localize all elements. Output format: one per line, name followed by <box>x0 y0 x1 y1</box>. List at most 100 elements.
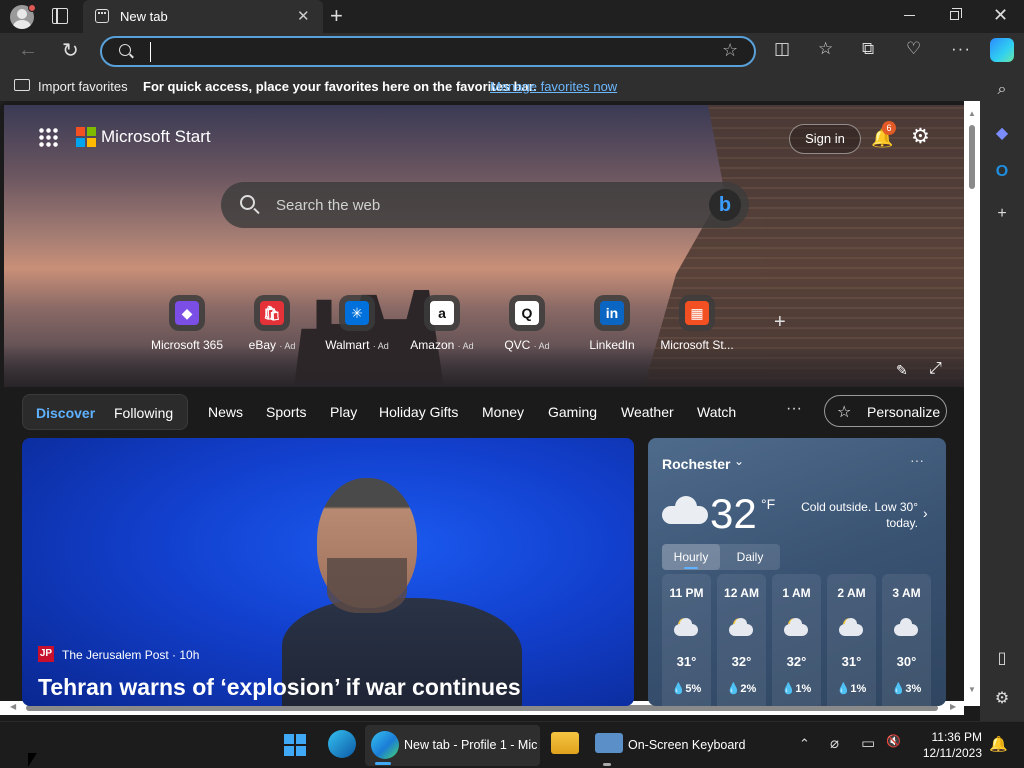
app-launcher-icon[interactable] <box>38 127 58 147</box>
tab-new-tab[interactable]: New tab ✕ <box>83 0 323 33</box>
vertical-scrollbar[interactable]: ▲ ▼ <box>964 101 980 706</box>
tab-watch[interactable]: Watch <box>697 404 736 420</box>
tab-actions-icon[interactable] <box>52 8 68 24</box>
close-window-icon[interactable]: ✕ <box>993 5 1008 26</box>
photo-beard <box>327 558 407 613</box>
address-bar[interactable]: ☆ <box>100 36 756 67</box>
scroll-left-icon[interactable]: ◀ <box>10 702 16 711</box>
bing-icon[interactable]: b <box>709 189 741 221</box>
quicklink-tile[interactable]: ◆ <box>169 295 205 331</box>
tab-gaming[interactable]: Gaming <box>548 404 597 420</box>
qvc-icon: Q <box>515 301 539 325</box>
more-icon[interactable]: ··· <box>951 39 971 59</box>
tab-money[interactable]: Money <box>482 404 524 420</box>
gear-icon[interactable]: ⚙ <box>911 124 930 149</box>
split-pane-icon[interactable]: ▯ <box>992 648 1012 668</box>
quicklink-tile[interactable]: in <box>594 295 630 331</box>
favorites-icon[interactable]: ☆ <box>818 39 833 59</box>
quicklink-microsoft-365[interactable]: ◆ Microsoft 365 <box>145 295 229 355</box>
settings-icon[interactable]: ⚙ <box>992 688 1012 708</box>
quicklink-amazon[interactable]: a Amazon · Ad <box>400 295 484 355</box>
import-icon[interactable] <box>14 79 30 91</box>
taskbar-keyboard-label[interactable]: On-Screen Keyboard <box>628 738 745 752</box>
hour-forecast[interactable]: 12 AM 32° 💧2% <box>717 574 766 706</box>
quicklink-tile[interactable]: ✳ <box>339 295 375 331</box>
network-icon[interactable]: ⌀ <box>830 734 839 752</box>
hour-forecast[interactable]: 2 AM 31° 💧1% <box>827 574 876 706</box>
quicklink-qvc[interactable]: Q QVC · Ad <box>485 295 569 355</box>
back-arrow-icon[interactable]: ← <box>18 39 38 62</box>
tab-holiday-gifts[interactable]: Holiday Gifts <box>379 404 458 420</box>
weather-card[interactable]: Rochester ⌄ ··· 32 °F Cold outside. Low … <box>648 438 946 706</box>
tab-title: New tab <box>120 9 168 24</box>
refresh-icon[interactable]: ↻ <box>62 38 79 63</box>
weather-location[interactable]: Rochester <box>662 456 730 472</box>
chevron-right-icon[interactable]: › <box>923 505 928 521</box>
quicklink-tile[interactable]: 🛍 <box>254 295 290 331</box>
expand-icon[interactable]: ⤢ <box>929 360 942 378</box>
quicklink-ebay[interactable]: 🛍 eBay · Ad <box>230 295 314 355</box>
notification-bell-icon[interactable]: 🔔 <box>989 735 1008 753</box>
minimize-icon[interactable] <box>904 15 915 16</box>
tab-weather[interactable]: Weather <box>621 404 674 420</box>
volume-muted-icon[interactable]: 🔇 <box>886 734 901 748</box>
quicklink-linkedin[interactable]: in LinkedIn <box>570 295 654 355</box>
tab-sports[interactable]: Sports <box>266 404 306 420</box>
quicklink-microsoft-store[interactable]: ▦ Microsoft St... <box>655 295 739 355</box>
sign-in-button[interactable]: Sign in <box>789 124 861 154</box>
tab-hourly[interactable]: Hourly <box>662 544 720 570</box>
hour-forecast[interactable]: 1 AM 32° 💧1% <box>772 574 821 706</box>
clock-date[interactable]: 12/11/2023 <box>918 746 982 760</box>
tab-discover[interactable]: Discover <box>36 405 95 421</box>
display-icon[interactable]: ▭ <box>861 734 875 752</box>
quicklink-tile[interactable]: Q <box>509 295 545 331</box>
tab-play[interactable]: Play <box>330 404 357 420</box>
import-favorites-button[interactable]: Import favorites <box>38 79 128 94</box>
split-screen-icon[interactable]: ◫ <box>774 39 790 59</box>
chevron-up-icon[interactable]: ⌃ <box>799 736 810 752</box>
scroll-up-icon[interactable]: ▲ <box>968 109 976 118</box>
heart-pulse-icon[interactable]: ♡ <box>906 39 921 59</box>
web-search-box[interactable]: b <box>221 182 749 228</box>
address-input[interactable] <box>150 42 710 62</box>
tab-news[interactable]: News <box>208 404 243 420</box>
windows-start-icon[interactable] <box>284 734 306 756</box>
quicklink-tile[interactable]: a <box>424 295 460 331</box>
add-shortcut-icon[interactable]: + <box>774 311 786 334</box>
web-search-input[interactable] <box>276 196 676 214</box>
quicklink-tile[interactable]: ▦ <box>679 295 715 331</box>
copilot-icon[interactable]: ◆ <box>992 123 1012 143</box>
edge-beta-icon[interactable] <box>328 730 356 758</box>
add-icon[interactable]: + <box>992 205 1012 225</box>
search-icon[interactable]: ⌕ <box>992 81 1012 101</box>
scroll-thumb[interactable] <box>969 125 975 189</box>
tab-daily[interactable]: Daily <box>720 544 780 570</box>
copilot-icon[interactable] <box>990 38 1014 62</box>
hour-forecast[interactable]: 11 PM 31° 💧5% <box>662 574 711 706</box>
restore-icon[interactable] <box>950 8 962 20</box>
clock-time[interactable]: 11:36 PM <box>926 730 982 744</box>
manage-favorites-link[interactable]: Manage favorites now <box>490 79 617 94</box>
keyboard-icon[interactable] <box>595 733 623 753</box>
news-card[interactable]: JP The Jerusalem Post · 10h Tehran warns… <box>22 438 634 706</box>
hour-forecast[interactable]: 3 AM 30° 💧3% <box>882 574 931 706</box>
new-tab-button[interactable]: + <box>330 3 343 29</box>
close-tab-icon[interactable]: ✕ <box>297 7 310 25</box>
star-icon[interactable]: ☆ <box>722 40 738 61</box>
scroll-down-icon[interactable]: ▼ <box>968 685 976 694</box>
news-headline[interactable]: Tehran warns of ‘explosion’ if war conti… <box>38 674 521 701</box>
temp-unit[interactable]: °F <box>761 496 775 512</box>
forecast-tabs: Hourly Daily <box>662 544 780 570</box>
tab-following[interactable]: Following <box>114 405 173 421</box>
personalize-button[interactable]: ☆ Personalize <box>824 395 947 427</box>
scroll-right-icon[interactable]: ▶ <box>950 702 956 711</box>
taskbar-edge-window[interactable]: New tab - Profile 1 - Mic <box>365 725 540 766</box>
collections-icon[interactable]: ⧉ <box>862 39 874 59</box>
edit-background-icon[interactable]: ✎ <box>896 362 908 379</box>
file-explorer-icon[interactable] <box>551 732 579 754</box>
more-icon[interactable]: ··· <box>910 452 924 468</box>
chevron-down-icon[interactable]: ⌄ <box>734 454 744 468</box>
outlook-icon[interactable]: O <box>992 163 1012 183</box>
more-categories-icon[interactable]: ··· <box>786 400 802 418</box>
quicklink-walmart[interactable]: ✳ Walmart · Ad <box>315 295 399 355</box>
